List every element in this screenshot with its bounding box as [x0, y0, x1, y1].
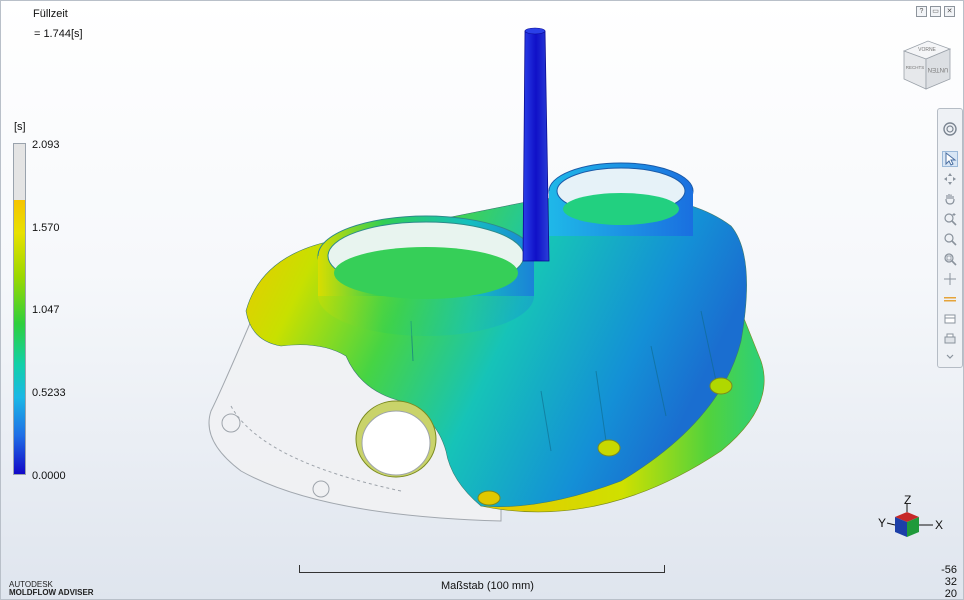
rotate-icon[interactable]	[942, 171, 958, 187]
legend-label-3: 1.047	[32, 304, 60, 316]
maximize-button[interactable]: ▭	[930, 6, 941, 17]
brand-logo: AUTODESK MOLDFLOW ADVISER	[9, 581, 94, 597]
coordinate-readout: -56 32 20	[941, 564, 957, 600]
fill-time-model[interactable]	[201, 11, 801, 551]
legend-label-max: 2.093	[32, 139, 60, 151]
result-equals: =	[34, 28, 41, 40]
nav-cube-face-left[interactable]: RECHTS	[906, 65, 925, 70]
legend-unit: [s]	[14, 121, 26, 133]
zoom-fit-icon[interactable]	[942, 251, 958, 267]
help-button[interactable]: ?	[916, 6, 927, 17]
result-value: = 1.744[s]	[34, 28, 83, 40]
legend-label-min: 0.0000	[32, 470, 66, 482]
legend-label-4: 0.5233	[32, 387, 66, 399]
scale-bar	[299, 565, 665, 573]
triad-y-label: Y	[878, 516, 886, 530]
result-title: Füllzeit	[33, 8, 68, 20]
navigation-cube[interactable]: VORNE UNTEN RECHTS	[898, 37, 954, 93]
color-legend-bar	[13, 143, 26, 475]
legend-label-2: 1.570	[32, 222, 60, 234]
zoom-region-icon[interactable]	[942, 211, 958, 227]
close-button[interactable]: ✕	[944, 6, 955, 17]
triad-x-label: X	[935, 518, 943, 532]
brand-line2: MOLDFLOW ADVISER	[9, 588, 94, 597]
coord-x: -56	[941, 564, 957, 576]
legend-gradient	[14, 200, 25, 474]
scale-label: Maßstab (100 mm)	[441, 580, 534, 592]
toolbar-more-chevron-icon[interactable]	[942, 349, 958, 365]
zoom-icon[interactable]	[942, 231, 958, 247]
legend-unfilled-band	[14, 144, 25, 200]
3d-viewport[interactable]: Füllzeit = 1.744[s] [s] 2.093 1.570 1.047…	[0, 0, 964, 600]
pan-hand-icon[interactable]	[942, 191, 958, 207]
section-plane-icon[interactable]	[942, 291, 958, 307]
center-crosshair-icon[interactable]	[942, 271, 958, 287]
result-number: 1.744[s]	[43, 28, 83, 40]
coord-z: 20	[944, 588, 957, 600]
coord-y: 32	[944, 576, 957, 588]
select-cursor-icon[interactable]	[942, 151, 958, 167]
window-controls: ? ▭ ✕	[916, 6, 955, 17]
axis-triad: Z Y X	[878, 495, 943, 537]
triad-z-label: Z	[904, 495, 911, 507]
print-icon[interactable]	[942, 331, 958, 347]
layers-icon[interactable]	[942, 311, 958, 327]
nav-cube-face-right[interactable]: UNTEN	[928, 66, 949, 72]
orbit-ring-icon[interactable]	[942, 121, 958, 137]
nav-cube-face-top[interactable]: VORNE	[918, 47, 936, 53]
view-toolbar	[937, 108, 963, 368]
